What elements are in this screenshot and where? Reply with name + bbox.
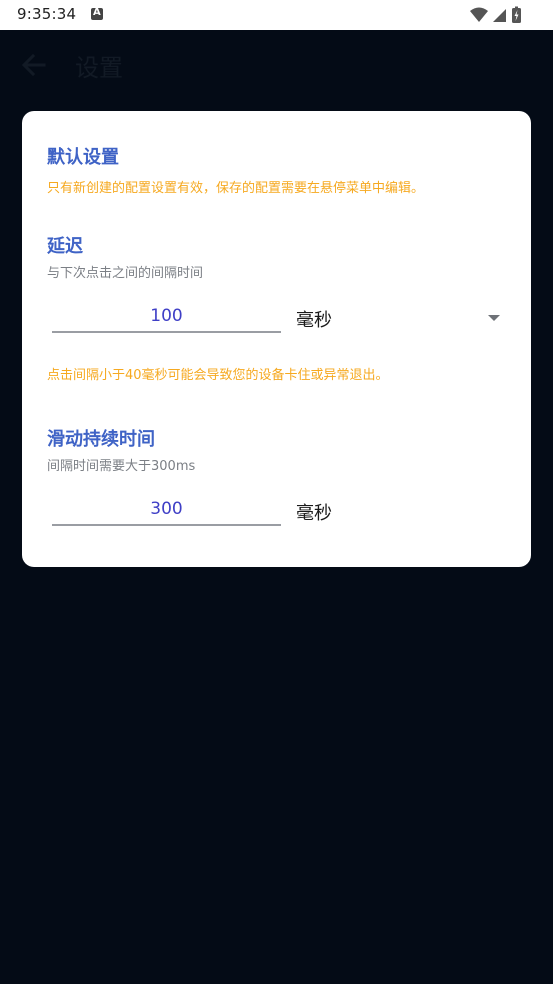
delay-warning: 点击间隔小于40毫秒可能会导致您的设备卡住或异常退出。 — [47, 368, 389, 383]
default-settings-dialog: 默认设置 只有新创建的配置设置有效，保存的配置需要在悬停菜单中编辑。 延迟 与下… — [22, 111, 531, 567]
swipe-duration-description: 间隔时间需要大于300ms — [47, 459, 196, 474]
battery-icon — [512, 6, 521, 23]
page-title: 设置 — [75, 54, 123, 82]
delay-unit-select[interactable]: 毫秒 — [296, 306, 332, 332]
status-icons — [469, 6, 537, 24]
swipe-duration-unit: 毫秒 — [296, 503, 332, 524]
delay-title: 延迟 — [47, 236, 83, 257]
delay-input[interactable] — [52, 301, 281, 333]
app-bar: 设置 — [0, 30, 553, 100]
default-settings-warning: 只有新创建的配置设置有效，保存的配置需要在悬停菜单中编辑。 — [47, 181, 425, 196]
swipe-duration-title: 滑动持续时间 — [47, 429, 155, 450]
back-arrow-icon[interactable] — [20, 52, 48, 78]
wifi-icon — [470, 7, 488, 22]
dropdown-arrow-icon[interactable] — [488, 315, 500, 321]
signal-icon — [493, 9, 506, 22]
default-settings-title: 默认设置 — [47, 147, 119, 168]
status-time: 9:35:34 — [17, 5, 77, 23]
status-bar: 9:35:34 — [0, 0, 553, 30]
delay-description: 与下次点击之间的间隔时间 — [47, 266, 204, 281]
swipe-duration-input[interactable] — [52, 494, 281, 526]
notification-icon — [91, 7, 103, 20]
